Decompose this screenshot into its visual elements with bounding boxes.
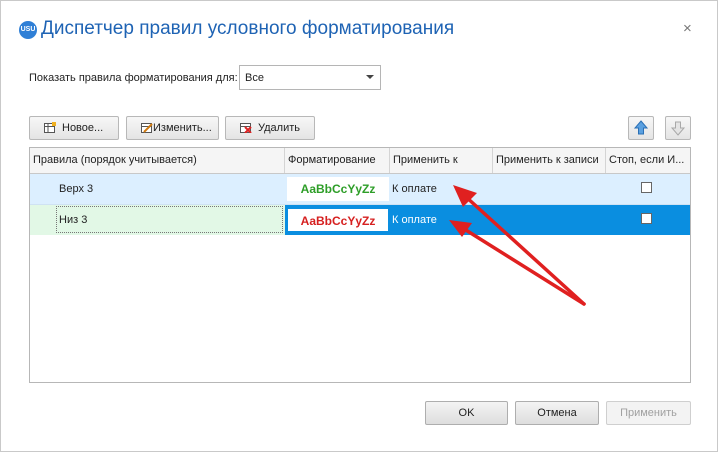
apply-to-record-cell [493, 205, 606, 235]
apply-to-cell: К оплате [392, 214, 437, 226]
show-rules-label: Показать правила форматирования для: [29, 72, 238, 84]
ok-button[interactable]: OK [425, 401, 508, 425]
show-rules-value: Все [245, 72, 264, 84]
column-header-format[interactable]: Форматирование [285, 148, 390, 173]
delete-rule-icon [240, 123, 252, 133]
new-rule-button[interactable]: Новое... [29, 116, 119, 140]
dialog-title: Диспетчер правил условного форматировани… [41, 18, 455, 39]
stop-if-true-checkbox[interactable] [641, 213, 652, 224]
grid-header: Правила (порядок учитывается) Форматиров… [30, 148, 690, 174]
table-row[interactable]: Низ 3 AaBbCcYyZz К оплате [30, 205, 690, 235]
rules-grid: Правила (порядок учитывается) Форматиров… [29, 147, 691, 383]
app-logo: USU [19, 21, 37, 39]
delete-rule-label: Удалить [258, 122, 300, 134]
column-header-rules[interactable]: Правила (порядок учитывается) [30, 148, 285, 173]
format-preview: AaBbCcYyZz [287, 177, 389, 201]
arrow-down-icon [670, 121, 686, 136]
edit-rule-icon [141, 123, 153, 133]
column-header-apply-to-record[interactable]: Применить к записи [493, 148, 606, 173]
edit-rule-button[interactable]: Изменить... [126, 116, 219, 140]
arrow-up-icon [633, 120, 649, 135]
move-up-button[interactable] [628, 116, 654, 140]
close-icon[interactable]: × [683, 20, 692, 37]
move-down-button[interactable] [665, 116, 691, 140]
cancel-button[interactable]: Отмена [515, 401, 599, 425]
rule-name-cell: Низ 3 [59, 214, 88, 226]
new-rule-icon [44, 122, 56, 133]
table-row[interactable]: Верх 3 AaBbCcYyZz К оплате [30, 174, 690, 205]
rule-name-cell: Верх 3 [59, 183, 94, 195]
new-rule-label: Новое... [62, 122, 104, 134]
column-header-apply-to[interactable]: Применить к [390, 148, 493, 173]
format-preview: AaBbCcYyZz [287, 208, 389, 232]
edit-rule-label: Изменить... [153, 122, 212, 134]
apply-to-cell: К оплате [392, 183, 437, 195]
delete-rule-button[interactable]: Удалить [225, 116, 315, 140]
chevron-down-icon [366, 75, 374, 79]
column-header-stop-if[interactable]: Стоп, если И... [606, 148, 690, 173]
apply-to-record-cell [493, 174, 606, 204]
stop-if-true-checkbox[interactable] [641, 182, 652, 193]
dialog-window: USU Диспетчер правил условного форматиро… [0, 0, 718, 452]
apply-button[interactable]: Применить [606, 401, 691, 425]
show-rules-dropdown[interactable]: Все [239, 65, 381, 90]
